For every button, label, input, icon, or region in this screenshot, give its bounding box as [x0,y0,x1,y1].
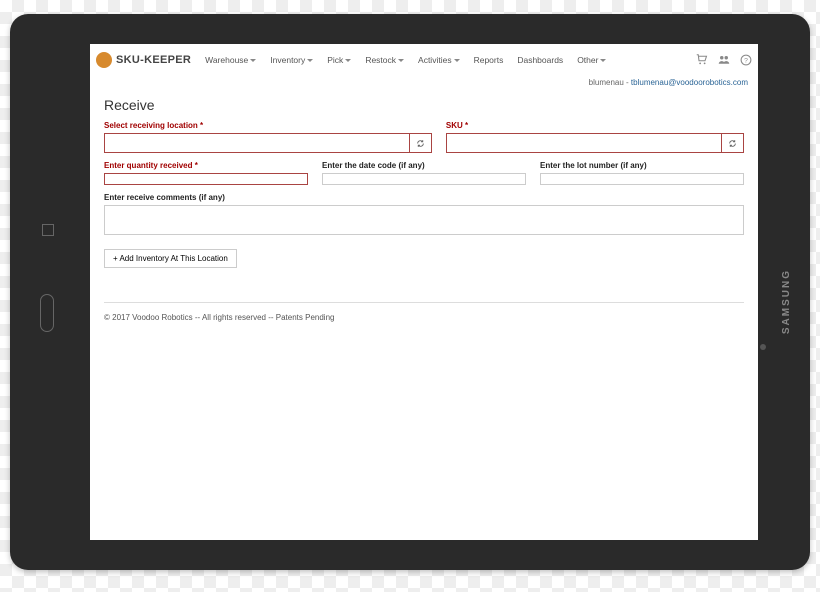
cart-icon[interactable] [696,54,708,66]
users-icon[interactable] [718,54,730,66]
user-email-link[interactable]: tblumenau@voodoorobotics.com [631,78,748,87]
date-code-input[interactable] [322,173,526,185]
location-label: Select receiving location * [104,121,432,130]
svg-text:?: ? [744,57,748,64]
qty-label: Enter quantity received * [104,161,308,170]
qty-input[interactable] [104,173,308,185]
help-icon[interactable]: ? [740,54,752,66]
nav-reports[interactable]: Reports [468,51,510,69]
lot-label: Enter the lot number (if any) [540,161,744,170]
brand[interactable]: SKU-KEEPER [96,52,191,68]
page-content: Receive Select receiving location * SKU … [90,93,758,326]
chevron-down-icon [454,59,460,62]
screen: SKU-KEEPER Warehouse Inventory Pick Rest… [90,44,758,540]
chevron-down-icon [307,59,313,62]
divider [104,302,744,303]
tablet-frame: SAMSUNG SKU-KEEPER Warehouse Inventory P… [10,14,810,570]
refresh-icon [728,139,737,148]
user-name: blumenau [589,78,624,87]
nav-inventory[interactable]: Inventory [264,51,319,69]
brand-name: SKU-KEEPER [116,54,191,66]
nav-warehouse[interactable]: Warehouse [199,51,262,69]
nav-dashboards[interactable]: Dashboards [511,51,569,69]
chevron-down-icon [398,59,404,62]
user-line: blumenau - tblumenau@voodoorobotics.com [90,76,758,93]
nav-items: Warehouse Inventory Pick Restock Activit… [199,51,612,69]
nav-other[interactable]: Other [571,51,612,69]
lot-input[interactable] [540,173,744,185]
page-title: Receive [104,97,744,113]
sku-label: SKU * [446,121,744,130]
device-brand: SAMSUNG [781,269,792,334]
chevron-down-icon [345,59,351,62]
chevron-down-icon [600,59,606,62]
location-refresh-button[interactable] [410,133,432,153]
brand-logo-icon [96,52,112,68]
date-code-label: Enter the date code (if any) [322,161,526,170]
camera-dot [760,344,766,350]
comments-label: Enter receive comments (if any) [104,193,744,202]
footer-text: © 2017 Voodoo Robotics -- All rights res… [104,313,744,322]
sku-refresh-button[interactable] [722,133,744,153]
comments-textarea[interactable] [104,205,744,235]
location-input[interactable] [104,133,410,153]
navbar: SKU-KEEPER Warehouse Inventory Pick Rest… [90,44,758,76]
chevron-down-icon [250,59,256,62]
sku-input[interactable] [446,133,722,153]
refresh-icon [416,139,425,148]
add-inventory-button[interactable]: + Add Inventory At This Location [104,249,237,268]
nav-activities[interactable]: Activities [412,51,466,69]
nav-right-icons: ? [696,54,752,66]
nav-pick[interactable]: Pick [321,51,357,69]
nav-restock[interactable]: Restock [359,51,410,69]
